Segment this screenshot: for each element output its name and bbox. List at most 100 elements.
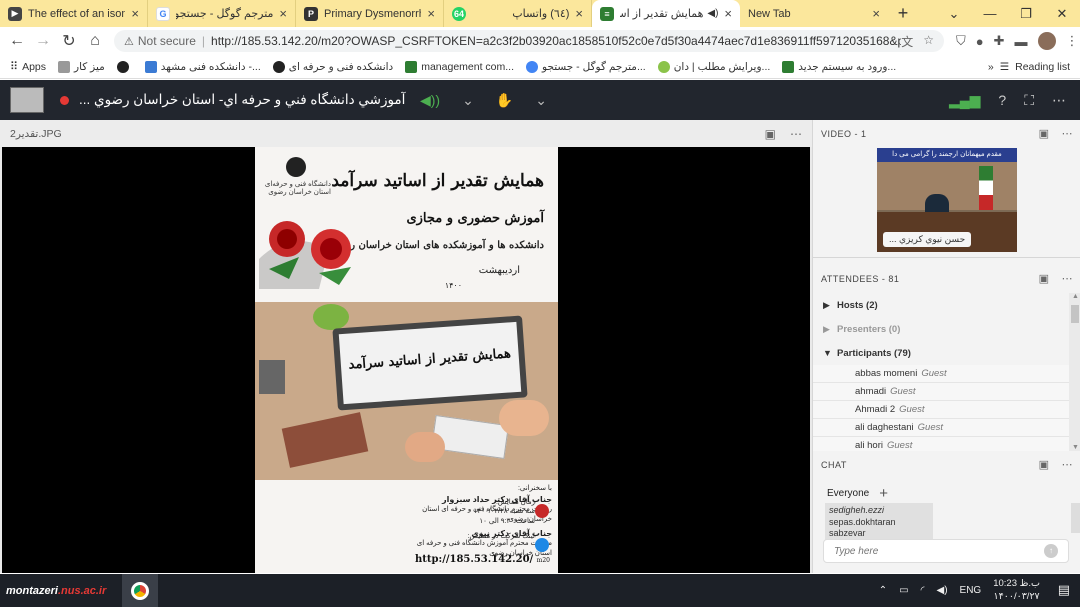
globe-icon (272, 60, 285, 73)
bookmark-item[interactable]: میز کار (58, 60, 105, 73)
chevron-right-icon[interactable]: ▶ (823, 300, 837, 311)
close-icon[interactable]: × (872, 6, 880, 21)
close-icon[interactable]: × (427, 6, 435, 21)
bookmark-item[interactable]: دانشکده فنی مشهد -... (144, 60, 261, 73)
tray-icon[interactable]: ▬ (1015, 34, 1028, 49)
bookmark-label: management com... (421, 60, 515, 73)
menu-icon[interactable]: ⋮ (1066, 33, 1079, 49)
star-icon[interactable]: ☆ (923, 33, 934, 50)
folder-icon (58, 60, 70, 73)
webcam-video[interactable]: مقدم میهمانان ارجمند را گرامی می دا حسن … (877, 148, 1017, 252)
extension-icon[interactable]: ● (976, 34, 984, 49)
more-icon[interactable]: ⋯ (1062, 272, 1074, 285)
bookmark-item[interactable]: مترجم گوگل - جستجو... (526, 60, 646, 73)
translate-icon[interactable]: 文 (901, 33, 913, 50)
chevron-right-icon[interactable]: ▶ (823, 324, 837, 335)
bookmark-item[interactable]: ورود به سیستم جدید... (782, 60, 896, 73)
maximize-icon[interactable]: ▣ (1039, 127, 1050, 140)
chat-input-box[interactable]: ↑ (823, 539, 1069, 563)
network-icon[interactable]: ▭ (899, 585, 908, 596)
maximize-icon[interactable]: ▣ (765, 127, 776, 141)
reading-list[interactable]: » ☰ Reading list (988, 55, 1070, 79)
bookmark-item[interactable]: ویرایش مطلب | دان... (657, 60, 770, 73)
raise-hand-icon[interactable]: ✋ (496, 92, 513, 109)
scroll-up-icon[interactable]: ▲ (1072, 293, 1079, 300)
shield-icon[interactable]: ⛉ (956, 33, 966, 49)
more-icon[interactable]: ⋯ (1052, 92, 1066, 109)
maximize-icon[interactable]: ▣ (1039, 458, 1050, 471)
close-icon[interactable]: × (279, 6, 287, 21)
bookmark-item[interactable] (116, 60, 133, 73)
chrome-taskbar-button[interactable] (122, 574, 159, 607)
volume-icon[interactable]: ◀) (937, 585, 948, 596)
chevron-down-icon[interactable]: ⌄ (535, 92, 547, 109)
maximize-icon[interactable]: ▣ (1039, 272, 1050, 285)
home-icon[interactable]: ⌂ (82, 32, 108, 50)
close-window-icon[interactable]: ✕ (1044, 6, 1080, 22)
speaker-icon[interactable]: ◀)) (420, 92, 440, 109)
new-tab-button[interactable]: + (888, 0, 918, 27)
attendee-row[interactable]: ali hori Guest (813, 437, 1069, 451)
attendee-row[interactable]: Ahmadi 2 Guest (813, 401, 1069, 419)
windows-taskbar: montazeri.nus.ac.ir ⌃ ▭ ◜ ◀) ENG 10:23 ب… (0, 574, 1080, 607)
poster-month: اردیبهشت (478, 265, 520, 276)
restore-icon[interactable]: ❐ (1008, 6, 1044, 22)
chevron-down-icon[interactable]: ⌄ (462, 92, 474, 109)
language-indicator[interactable]: ENG (960, 585, 982, 596)
scroll-down-icon[interactable]: ▼ (1072, 444, 1079, 451)
attendee-row[interactable]: ahmadi Guest (813, 383, 1069, 401)
send-icon[interactable]: ↑ (1044, 544, 1058, 558)
chevron-up-icon[interactable]: ⌃ (879, 585, 887, 596)
address-bar[interactable]: ⚠ Not secure | http://185.53.142.20/m20?… (114, 30, 944, 52)
browser-tab-active[interactable]: ≡ همایش تقدیر از اسا ◀) × (592, 0, 740, 27)
wifi-icon[interactable]: ◜ (921, 585, 925, 596)
attendee-row[interactable]: ali daghestani Guest (813, 419, 1069, 437)
browser-tab[interactable]: ▶ The effect of an isome × (0, 0, 148, 27)
browser-tab[interactable]: P Primary Dysmenorrhea × (296, 0, 444, 27)
back-icon[interactable]: ← (4, 32, 30, 50)
chevron-down-icon[interactable]: ▼ (823, 348, 837, 358)
bookmark-apps[interactable]: ⠿ Apps (10, 60, 46, 74)
attendee-row[interactable]: abbas momeni Guest (813, 365, 1069, 383)
group-presenters[interactable]: ▶ Presenters (0) (813, 317, 1069, 341)
add-chat-icon[interactable]: + (879, 485, 888, 502)
more-icon[interactable]: ⋯ (790, 127, 802, 141)
browser-tab[interactable]: G مترجم گوگل - جستجوی × (148, 0, 296, 27)
help-icon[interactable]: ? (998, 92, 1006, 108)
close-icon[interactable]: × (575, 6, 583, 21)
clock[interactable]: 10:23 ب.ظ ۱۴۰۰/۰۳/۲۷ (993, 578, 1040, 603)
recording-icon[interactable] (60, 95, 69, 105)
fullscreen-icon[interactable]: ⛶ (1024, 92, 1034, 109)
group-hosts[interactable]: ▶ Hosts (2) (813, 293, 1069, 317)
close-icon[interactable]: × (724, 6, 732, 21)
tab-title: Primary Dysmenorrhea (324, 7, 421, 20)
chat-input[interactable] (834, 545, 1044, 557)
profile-avatar[interactable] (1037, 32, 1056, 50)
chat-scrollbar[interactable] (1071, 503, 1080, 533)
share-pod: تقدیر2.JPG ▣ ⋯ دانشگاه فنی و حرفه‌ای است… (0, 120, 812, 573)
puzzle-icon[interactable]: ✚ (994, 33, 1005, 49)
warning-icon[interactable]: ⚠ (124, 35, 134, 48)
more-icon[interactable]: ⋯ (1062, 127, 1074, 140)
notification-icon[interactable]: ▤ (1058, 582, 1070, 598)
bookmark-item[interactable]: دانشکده فنی و حرفه ای (272, 60, 393, 73)
more-icon[interactable]: ⋯ (1062, 458, 1074, 471)
reload-icon[interactable]: ↻ (56, 31, 82, 51)
chat-tab-everyone[interactable]: Everyone (827, 488, 869, 499)
forward-icon[interactable]: → (30, 32, 56, 50)
browser-tab[interactable]: 64 (٦٤) واتساپ × (444, 0, 592, 27)
bookmark-label: دانشکده فنی مشهد -... (160, 60, 261, 73)
browser-tab[interactable]: New Tab × (740, 0, 888, 27)
minimize-icon[interactable]: — (972, 6, 1008, 21)
chevron-double-right-icon[interactable]: » (988, 61, 994, 73)
speaker-icon[interactable]: ◀) (707, 8, 718, 19)
extensions: ⛉ ● ✚ ▬ ⋮ (956, 32, 1079, 50)
poster-url-text: http://185.53.142.20/ (415, 554, 534, 565)
close-icon[interactable]: × (131, 6, 139, 21)
group-participants[interactable]: ▼ Participants (79) (813, 341, 1069, 365)
scroll-thumb[interactable] (1071, 305, 1079, 323)
bookmark-item[interactable]: management com... (405, 60, 515, 73)
tab-search-icon[interactable]: ⌄ (936, 6, 972, 22)
attendee-scrollbar[interactable]: ▲ ▼ (1069, 293, 1080, 451)
connection-bars-icon[interactable]: ▂▄▆ (949, 92, 980, 109)
